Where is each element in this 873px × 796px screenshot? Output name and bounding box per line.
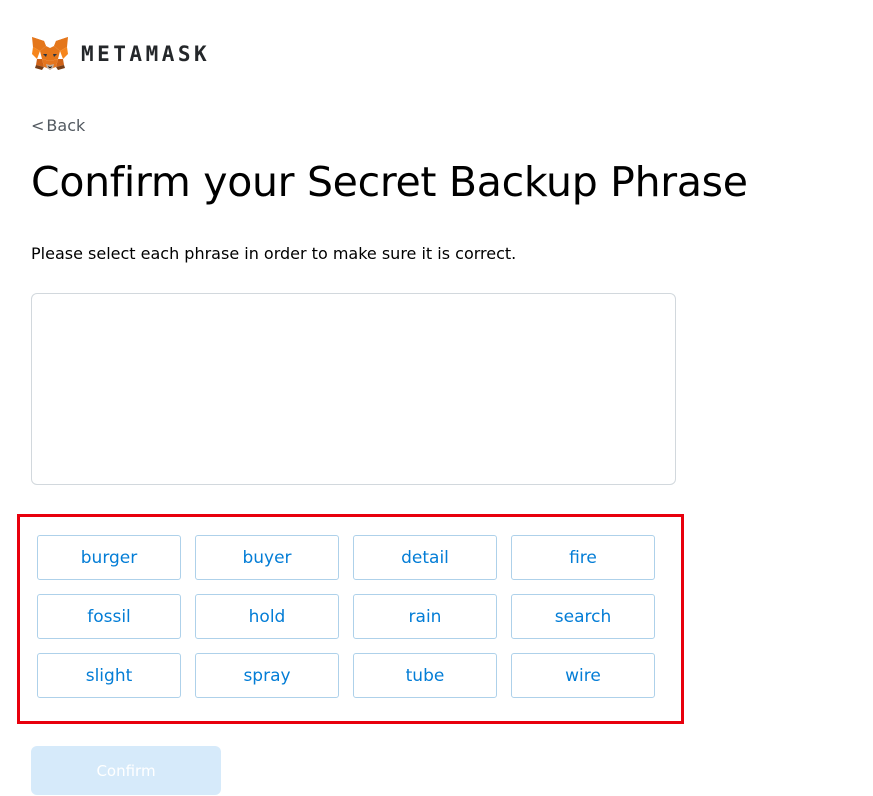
word-button[interactable]: rain bbox=[353, 594, 497, 639]
word-button[interactable]: buyer bbox=[195, 535, 339, 580]
word-button[interactable]: hold bbox=[195, 594, 339, 639]
confirm-button[interactable]: Confirm bbox=[31, 746, 221, 795]
word-button[interactable]: detail bbox=[353, 535, 497, 580]
back-link[interactable]: < Back bbox=[31, 116, 85, 135]
metamask-fox-icon bbox=[32, 37, 68, 70]
back-label: Back bbox=[46, 116, 86, 135]
brand-wordmark: METAMASK bbox=[81, 42, 211, 66]
instruction-text: Please select each phrase in order to ma… bbox=[31, 244, 517, 263]
word-button[interactable]: wire bbox=[511, 653, 655, 698]
selected-phrase-area[interactable] bbox=[31, 293, 676, 485]
word-button[interactable]: fossil bbox=[37, 594, 181, 639]
page: METAMASK < Back Confirm your Secret Backu… bbox=[0, 0, 873, 796]
word-button[interactable]: burger bbox=[37, 535, 181, 580]
page-title: Confirm your Secret Backup Phrase bbox=[31, 158, 748, 206]
word-button[interactable]: fire bbox=[511, 535, 655, 580]
word-button[interactable]: slight bbox=[37, 653, 181, 698]
word-grid: burger buyer detail fire fossil hold rai… bbox=[37, 535, 655, 698]
word-button[interactable]: spray bbox=[195, 653, 339, 698]
logo: METAMASK bbox=[31, 37, 210, 71]
word-button[interactable]: search bbox=[511, 594, 655, 639]
word-button[interactable]: tube bbox=[353, 653, 497, 698]
chevron-left-icon: < bbox=[31, 116, 45, 135]
